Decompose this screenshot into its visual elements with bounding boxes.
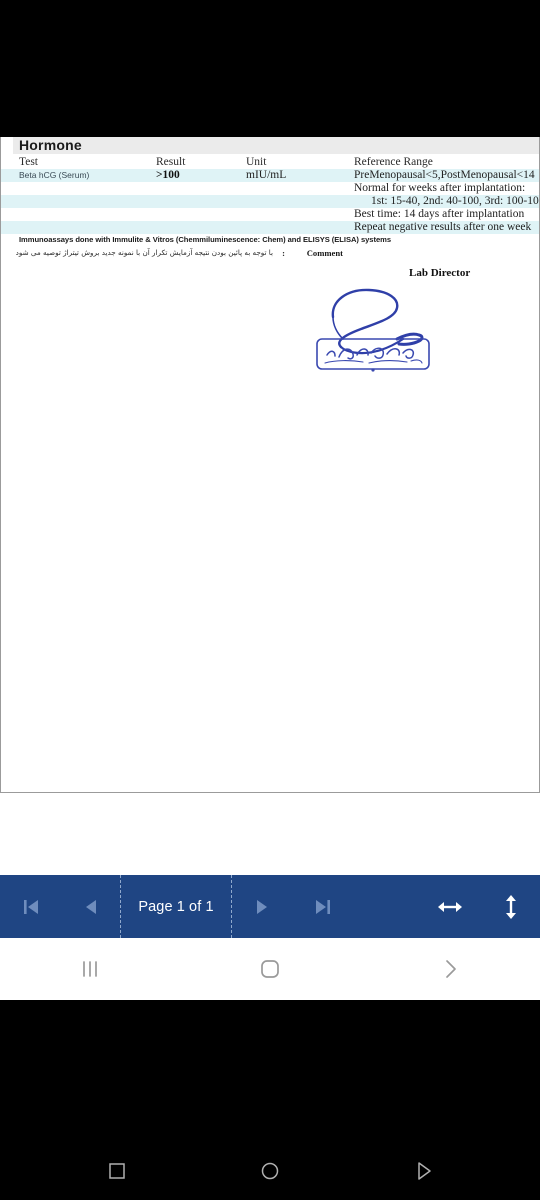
- letterbox-top: [0, 0, 540, 137]
- results-table: Test Result Unit Reference Range Beta hC…: [1, 155, 540, 234]
- comment-row: Comment : با توجه به پائین بودن نتیجه آز…: [13, 247, 343, 259]
- panel-heading-band: [13, 137, 539, 154]
- cell-reference: Repeat negative results after one week: [354, 221, 532, 233]
- nav-recents-button[interactable]: [0, 938, 180, 1000]
- table-row: Repeat negative results after one week: [1, 221, 539, 234]
- column-header-unit: Unit: [246, 156, 267, 168]
- first-page-button[interactable]: [0, 875, 62, 938]
- signature-block: Lab Director: [301, 267, 501, 377]
- column-header-result: Result: [156, 156, 186, 168]
- table-header-row: Test Result Unit Reference Range: [1, 155, 539, 169]
- method-footnote: Immunoassays done with Immulite & Vitros…: [19, 235, 391, 244]
- device-navigation-bar[interactable]: [0, 1142, 540, 1200]
- document-page[interactable]: Hormone Test Result Unit Reference Range…: [0, 137, 540, 793]
- column-header-reference: Reference Range: [354, 156, 433, 168]
- chevron-left-triangle-icon: [86, 899, 96, 914]
- next-page-button[interactable]: [232, 875, 292, 938]
- chevron-right-icon: [446, 960, 456, 978]
- skip-to-first-icon: [24, 899, 38, 914]
- comment-colon: :: [282, 248, 285, 258]
- cell-reference: 1st: 15-40, 2nd: 40-100, 3rd: 100-1000: [371, 195, 540, 207]
- nav-back-button[interactable]: [360, 938, 540, 1000]
- device-nav-recents-button[interactable]: [40, 1142, 193, 1200]
- lab-director-label: Lab Director: [409, 267, 471, 279]
- recents-square-icon: [108, 1163, 125, 1179]
- system-navigation-bar[interactable]: [0, 938, 540, 1000]
- home-rounded-square-icon: [261, 960, 279, 978]
- screen: Hormone Test Result Unit Reference Range…: [0, 0, 540, 1200]
- cell-test-name: Beta hCG (Serum): [19, 170, 90, 180]
- fit-width-button[interactable]: [418, 875, 482, 938]
- page-indicator-label: Page 1 of 1: [138, 898, 214, 915]
- column-header-test: Test: [19, 156, 38, 168]
- document-viewer-viewport[interactable]: Hormone Test Result Unit Reference Range…: [0, 137, 540, 1000]
- table-row: 1st: 15-40, 2nd: 40-100, 3rd: 100-1000: [1, 195, 540, 208]
- cell-result: >100: [156, 169, 180, 181]
- cell-reference: Normal for weeks after implantation:: [354, 182, 526, 194]
- skip-to-last-icon: [316, 899, 330, 914]
- table-row: Normal for weeks after implantation:: [1, 182, 539, 195]
- cell-unit: mIU/mL: [246, 169, 287, 181]
- device-nav-back-button[interactable]: [347, 1142, 500, 1200]
- table-row: Best time: 14 days after implantation: [1, 208, 539, 221]
- chevron-right-triangle-icon: [257, 899, 267, 914]
- cell-reference: Best time: 14 days after implantation: [354, 208, 525, 220]
- last-page-button[interactable]: [292, 875, 354, 938]
- device-nav-home-button[interactable]: [193, 1142, 346, 1200]
- previous-page-button[interactable]: [62, 875, 120, 938]
- back-triangle-icon: [418, 1162, 432, 1180]
- nav-home-button[interactable]: [180, 938, 360, 1000]
- comment-label: Comment: [306, 248, 343, 258]
- home-circle-icon: [261, 1162, 279, 1180]
- arrows-horizontal-icon: [438, 901, 462, 912]
- arrows-vertical-icon: [506, 894, 516, 919]
- table-row: Beta hCG (Serum) >100 mIU/mL PreMenopaus…: [1, 169, 539, 182]
- page-navigation-toolbar[interactable]: Page 1 of 1: [0, 875, 540, 938]
- fit-height-button[interactable]: [482, 875, 540, 938]
- recents-bars-icon: [83, 961, 97, 977]
- page-indicator[interactable]: Page 1 of 1: [120, 875, 232, 938]
- lab-director-signature-icon: [316, 288, 430, 372]
- comment-text: با توجه به پائین بودن نتیجه آزمایش تکرار…: [15, 248, 273, 257]
- page-title: Hormone: [19, 137, 82, 153]
- cell-reference: PreMenopausal<5,PostMenopausal<14: [354, 169, 535, 181]
